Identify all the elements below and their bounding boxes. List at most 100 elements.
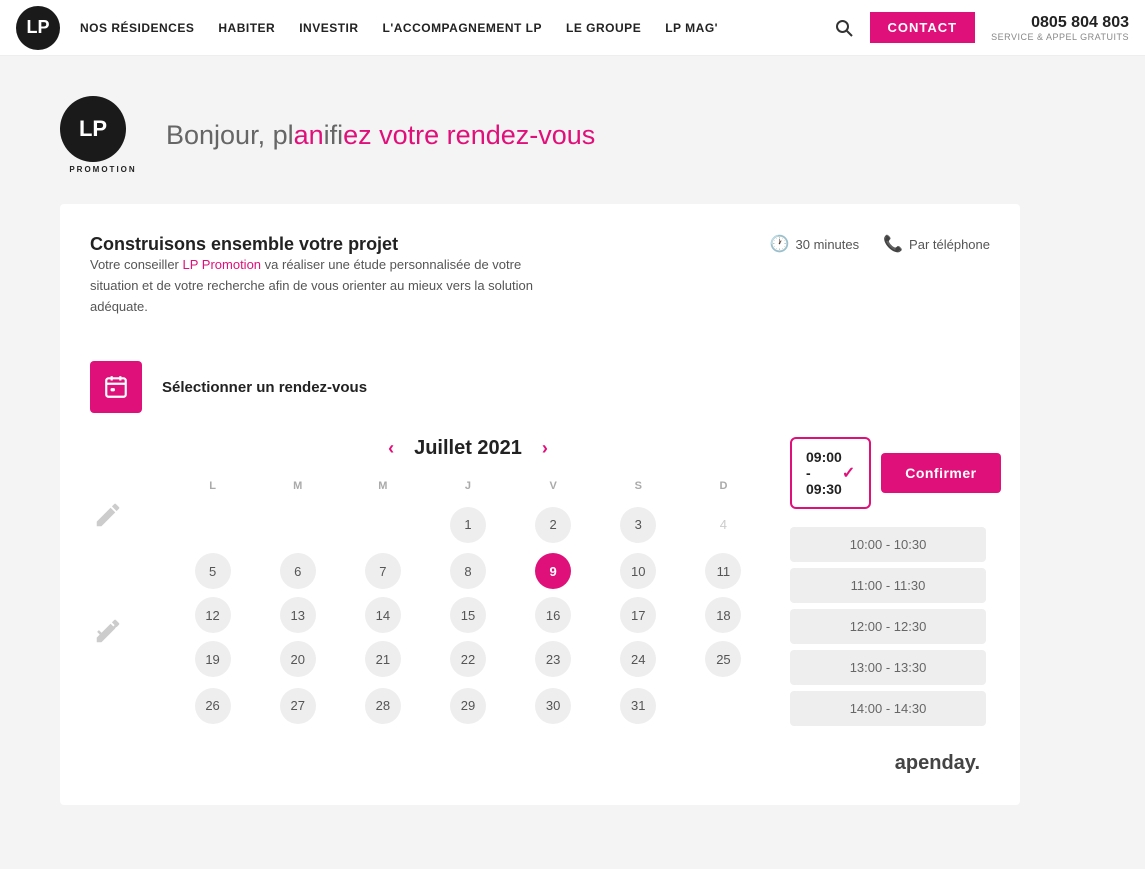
calendar-day-7[interactable]: 7 — [365, 553, 401, 589]
calendar-day-18[interactable]: 18 — [705, 597, 741, 633]
calendar-day-28[interactable]: 28 — [365, 688, 401, 724]
calendar-cell: 14 — [340, 593, 425, 637]
calendar-cell: 17 — [596, 593, 681, 637]
calendar-day-27[interactable]: 27 — [280, 688, 316, 724]
greeting-pink1: an — [294, 120, 324, 150]
selected-timeslot[interactable]: 09:00 - 09:30 ✓ — [790, 437, 871, 509]
day-header-m2: M — [340, 476, 425, 500]
calendar-cell: 22 — [425, 637, 510, 681]
calendar-cell: 28 — [340, 681, 425, 730]
calendar-cell — [255, 500, 340, 549]
calendar-section: ‹ Juillet 2021 › L M M J V S D — [170, 437, 766, 732]
nav-link-habiter[interactable]: HABITER — [218, 21, 275, 35]
check-edit-icon — [93, 616, 123, 646]
nav-link-investir[interactable]: INVESTIR — [299, 21, 358, 35]
calendar-day-4[interactable]: 4 — [705, 507, 741, 543]
calendar-cell: 16 — [511, 593, 596, 637]
header-section: LP PROMOTION Bonjour, planifiez votre re… — [60, 96, 1085, 174]
calendar-cell: 31 — [596, 681, 681, 730]
calendar-day-19[interactable]: 19 — [195, 641, 231, 677]
phone-icon: 📞 — [883, 234, 903, 254]
card-left: Construisons ensemble votre projet Votre… — [90, 234, 570, 341]
calendar-day-31[interactable]: 31 — [620, 688, 656, 724]
calendar-day-17[interactable]: 17 — [620, 597, 656, 633]
calendar-cell: 21 — [340, 637, 425, 681]
appointment-card: Construisons ensemble votre projet Votre… — [60, 204, 1020, 805]
calendar-day-10[interactable]: 10 — [620, 553, 656, 589]
desc-text1: Votre conseiller — [90, 257, 183, 272]
check-icon: ✓ — [842, 463, 855, 483]
calendar-day-8[interactable]: 8 — [450, 553, 486, 589]
calendar-cell: 10 — [596, 549, 681, 593]
greeting-pink2: ez votre rendez-vous — [343, 120, 595, 150]
apenday-logo: apenday. — [895, 752, 980, 775]
pencil-icon — [93, 500, 123, 530]
calendar-day-22[interactable]: 22 — [450, 641, 486, 677]
lp-logo-circle: LP — [60, 96, 126, 162]
card-meta: 🕐 30 minutes 📞 Par téléphone — [770, 234, 990, 254]
nav-link-mag[interactable]: LP MAG' — [665, 21, 718, 35]
calendar-day-23[interactable]: 23 — [535, 641, 571, 677]
calendar-day-20[interactable]: 20 — [280, 641, 316, 677]
calendar-day-6[interactable]: 6 — [280, 553, 316, 589]
timeslot-item[interactable]: 13:00 - 13:30 — [790, 650, 986, 685]
calendar-day-14[interactable]: 14 — [365, 597, 401, 633]
calendar-cell: 1 — [425, 500, 510, 549]
calendar-day-30[interactable]: 30 — [535, 688, 571, 724]
greeting-normal: Bonjour, pl — [166, 120, 294, 150]
calendar-row: 12 13 14 15 16 17 18 — [170, 593, 766, 637]
timeslots-list: 10:00 - 10:30 11:00 - 11:30 12:00 - 12:30 1… — [790, 527, 990, 732]
calendar-cell: 6 — [255, 549, 340, 593]
calendar-day-2[interactable]: 2 — [535, 507, 571, 543]
meta-type: 📞 Par téléphone — [883, 234, 990, 254]
lp-promotion-logo: LP PROMOTION — [60, 96, 146, 174]
calendar-header: ‹ Juillet 2021 › — [170, 437, 766, 460]
calendar-day-25[interactable]: 25 — [705, 641, 741, 677]
nav-link-groupe[interactable]: LE GROUPE — [566, 21, 641, 35]
calendar-day-9[interactable]: 9 — [535, 553, 571, 589]
next-month-button[interactable]: › — [542, 438, 548, 459]
calendar-day-3[interactable]: 3 — [620, 507, 656, 543]
calendar-day-11[interactable]: 11 — [705, 553, 741, 589]
search-button[interactable] — [828, 12, 860, 44]
search-icon — [834, 18, 854, 38]
type-text: Par téléphone — [909, 237, 990, 252]
calendar-day-16[interactable]: 16 — [535, 597, 571, 633]
calendar-cell: 24 — [596, 637, 681, 681]
calendar-cell: 11 — [681, 549, 766, 593]
calendar-day-empty — [705, 685, 741, 721]
nav-link-residences[interactable]: NOS RÉSIDENCES — [80, 21, 194, 35]
timeslot-item[interactable]: 10:00 - 10:30 — [790, 527, 986, 562]
prev-month-button[interactable]: ‹ — [388, 438, 394, 459]
promotion-label: PROMOTION — [69, 165, 136, 174]
nav-link-accompagnement[interactable]: L'ACCOMPAGNEMENT LP — [383, 21, 542, 35]
calendar-day-15[interactable]: 15 — [450, 597, 486, 633]
confirm-button[interactable]: Confirmer — [881, 453, 1000, 493]
timeslot-item[interactable]: 14:00 - 14:30 — [790, 691, 986, 726]
calendar-day-26[interactable]: 26 — [195, 688, 231, 724]
calendar-cell: 4 — [681, 500, 766, 549]
timeslot-item[interactable]: 12:00 - 12:30 — [790, 609, 986, 644]
calendar-day-1[interactable]: 1 — [450, 507, 486, 543]
nav-logo-lp: LP — [26, 17, 49, 38]
calendar-day-5[interactable]: 5 — [195, 553, 231, 589]
calendar-cell: 15 — [425, 593, 510, 637]
timeslot-item[interactable]: 11:00 - 11:30 — [790, 568, 986, 603]
calendar-cell: 3 — [596, 500, 681, 549]
calendar-day-13[interactable]: 13 — [280, 597, 316, 633]
desc-link[interactable]: LP Promotion — [183, 257, 262, 272]
calendar-day-24[interactable]: 24 — [620, 641, 656, 677]
calendar-body: 1234567891011121314151617181920212223242… — [170, 500, 766, 730]
phone-sub: SERVICE & APPEL GRATUITS — [991, 32, 1129, 42]
day-header-d: D — [681, 476, 766, 500]
calendar-month: Juillet 2021 — [414, 437, 522, 460]
calendar-svg — [103, 374, 129, 400]
contact-button[interactable]: CONTACT — [870, 12, 976, 43]
day-header-m1: M — [255, 476, 340, 500]
header-greeting: Bonjour, planifiez votre rendez-vous — [166, 120, 595, 151]
calendar-day-21[interactable]: 21 — [365, 641, 401, 677]
timeslots-section: 09:00 - 09:30 ✓ Confirmer 10:00 - 10:301… — [790, 437, 990, 732]
calendar-day-12[interactable]: 12 — [195, 597, 231, 633]
calendar-cell: 19 — [170, 637, 255, 681]
calendar-day-29[interactable]: 29 — [450, 688, 486, 724]
